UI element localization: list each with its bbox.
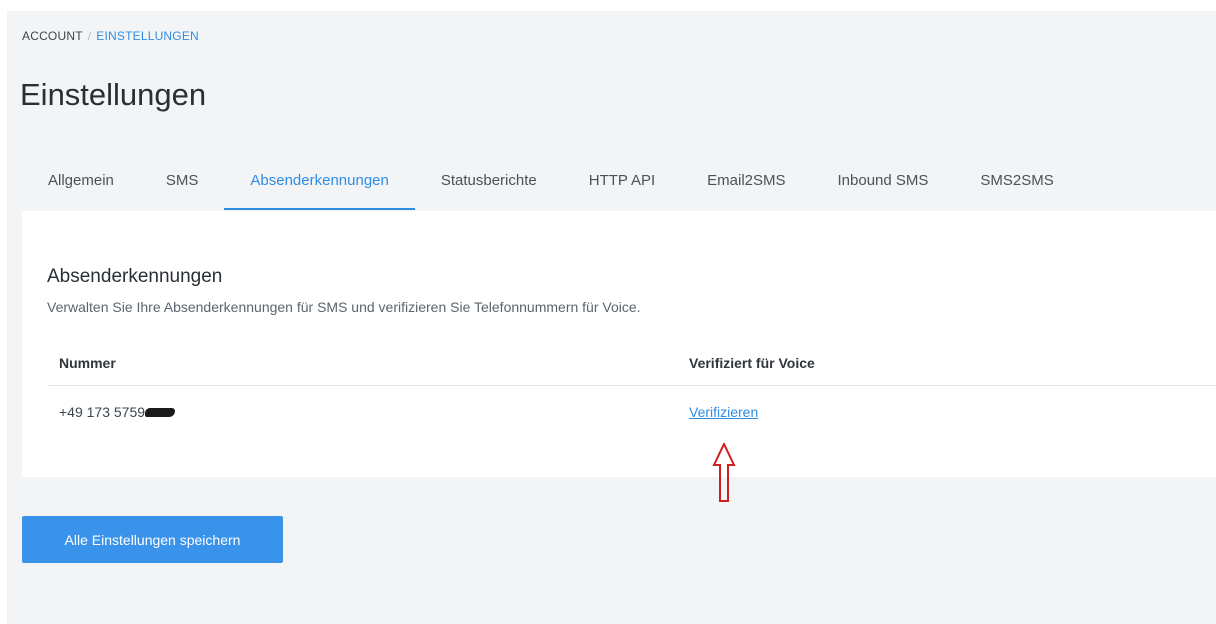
tab-absenderkennungen[interactable]: Absenderkennungen <box>224 161 415 210</box>
tab-email2sms[interactable]: Email2SMS <box>681 161 811 210</box>
breadcrumb-current: EINSTELLUNGEN <box>96 29 199 43</box>
sender-id-card: Absenderkennungen Verwalten Sie Ihre Abs… <box>22 211 1216 502</box>
breadcrumb-account[interactable]: ACCOUNT <box>22 29 83 43</box>
section-title: Absenderkennungen <box>47 266 223 287</box>
column-header-voice: Verifiziert für Voice <box>689 355 815 371</box>
breadcrumb-separator: / <box>87 29 92 43</box>
tab-inbound-sms[interactable]: Inbound SMS <box>812 161 955 210</box>
tab-http-api[interactable]: HTTP API <box>563 161 681 210</box>
verify-link[interactable]: Verifizieren <box>689 404 758 420</box>
tab-sms2sms[interactable]: SMS2SMS <box>954 161 1079 210</box>
table-divider <box>47 385 1216 386</box>
arrow-up-outline-icon <box>712 443 736 502</box>
table-row-number: +49 173 5759 <box>59 404 176 420</box>
phone-number: +49 173 5759 <box>59 404 146 420</box>
tab-statusberichte[interactable]: Statusberichte <box>415 161 563 210</box>
tab-allgemein[interactable]: Allgemein <box>22 161 140 210</box>
settings-page: ACCOUNT / EINSTELLUNGEN Einstellungen Allg… <box>7 11 1216 624</box>
page-title: Einstellungen <box>20 77 207 112</box>
breadcrumb: ACCOUNT / EINSTELLUNGEN <box>22 29 199 43</box>
section-description: Verwalten Sie Ihre Absenderkennungen für… <box>47 299 641 315</box>
column-header-nummer: Nummer <box>59 355 116 371</box>
tab-sms[interactable]: SMS <box>140 161 225 210</box>
save-all-settings-button[interactable]: Alle Einstellungen speichern <box>22 516 283 563</box>
redaction-blot <box>145 407 176 417</box>
settings-tabs: Allgemein SMS Absenderkennungen Statusbe… <box>22 161 1080 211</box>
